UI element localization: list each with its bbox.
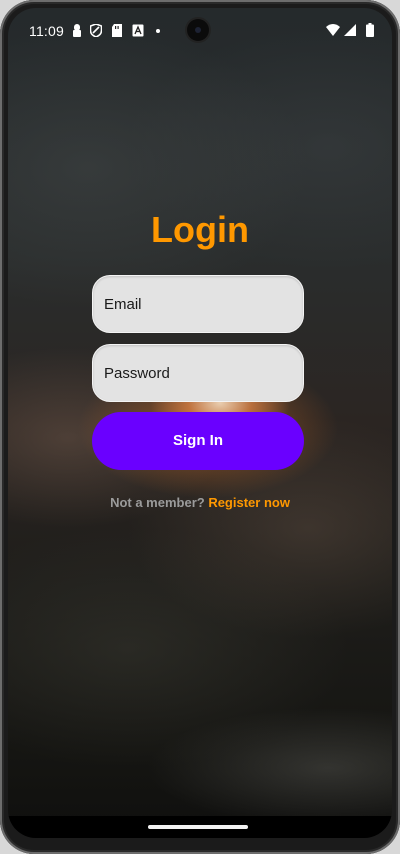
- shield-icon: [90, 24, 102, 37]
- sd-card-icon: [112, 24, 122, 37]
- register-prompt: Not a member? Register now: [8, 495, 392, 510]
- home-gesture-handle[interactable]: [148, 825, 248, 829]
- login-title: Login: [151, 209, 249, 250]
- password-field[interactable]: Password: [92, 344, 304, 402]
- password-placeholder: Password: [104, 365, 170, 382]
- dot-icon: [156, 29, 160, 33]
- wifi-icon: [326, 24, 340, 36]
- app-screen: 11:09 Login Email Password Sign In Not a…: [8, 8, 392, 838]
- cellular-icon: [344, 24, 356, 36]
- email-placeholder: Email: [104, 296, 142, 313]
- phone-frame: 11:09 Login Email Password Sign In Not a…: [0, 0, 400, 854]
- email-field[interactable]: Email: [92, 275, 304, 333]
- front-camera: [187, 19, 209, 41]
- a-icon: [132, 24, 144, 37]
- register-link[interactable]: Register now: [208, 495, 290, 510]
- register-question: Not a member?: [110, 495, 209, 510]
- sign-in-button[interactable]: Sign In: [92, 412, 304, 470]
- key-icon: [73, 24, 81, 37]
- status-bar: 11:09: [8, 8, 392, 52]
- battery-icon: [366, 23, 374, 37]
- status-time: 11:09: [29, 23, 64, 39]
